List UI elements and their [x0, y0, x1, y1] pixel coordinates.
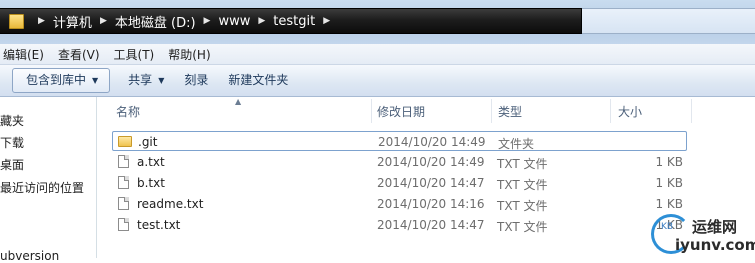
menu-edit[interactable]: 编辑(E) [0, 46, 51, 63]
include-in-library-label: 包含到库中 [26, 73, 87, 87]
file-modified: 2014/10/20 14:16 [377, 197, 485, 211]
window-title-area: ▶ 计算机 ▶ 本地磁盘 (D:) ▶ www ▶ testgit ▶ [0, 0, 755, 44]
file-size: 1 KB [655, 197, 683, 211]
text-file-icon [118, 176, 129, 189]
burn-button[interactable]: 刻录 [174, 69, 218, 92]
breadcrumb-drive-d[interactable]: 本地磁盘 (D:) [115, 12, 196, 31]
menu-bar: 编辑(E) 查看(V) 工具(T) 帮助(H) [0, 44, 755, 65]
watermark-url: iyunv.com [675, 236, 755, 254]
text-file-icon [118, 218, 129, 231]
column-divider[interactable] [371, 99, 372, 123]
file-type: TXT 文件 [497, 220, 548, 234]
watermark-name: 运维网 [692, 218, 738, 236]
file-type: TXT 文件 [497, 157, 548, 171]
column-divider[interactable] [691, 99, 692, 123]
column-divider[interactable] [610, 99, 611, 123]
text-file-icon [118, 197, 129, 210]
breadcrumb-testgit[interactable]: testgit [273, 14, 315, 29]
file-type: TXT 文件 [497, 199, 548, 213]
breadcrumb-chevron-icon[interactable]: ▶ [100, 16, 107, 26]
file-type: TXT 文件 [497, 178, 548, 192]
dropdown-arrow-icon: ▼ [92, 76, 99, 85]
nav-item-desktop[interactable]: 桌面 [0, 156, 24, 173]
file-type: 文件夹 [498, 137, 535, 151]
column-header-name[interactable]: 名称 [116, 103, 140, 120]
nav-item-subversion[interactable]: ubversion [0, 249, 59, 263]
column-divider[interactable] [491, 99, 492, 123]
file-modified: 2014/10/20 14:47 [377, 218, 485, 232]
breadcrumb-chevron-icon[interactable]: ▶ [38, 16, 45, 26]
breadcrumb-computer[interactable]: 计算机 [53, 12, 92, 31]
sort-ascending-icon: ▲ [235, 97, 242, 106]
menu-view[interactable]: 查看(V) [51, 46, 107, 63]
menu-help[interactable]: 帮助(H) [161, 46, 217, 63]
folder-icon [9, 13, 24, 29]
dropdown-arrow-icon: ▼ [158, 76, 165, 85]
breadcrumb-chevron-icon[interactable]: ▶ [258, 16, 265, 26]
file-row-b-txt[interactable]: b.txt 2014/10/20 14:47 TXT 文件 1 KB [112, 173, 687, 193]
navigation-pane: 藏夹 下载 桌面 最近访问的位置 ubversion [0, 97, 97, 263]
address-bar[interactable]: ▶ 计算机 ▶ 本地磁盘 (D:) ▶ www ▶ testgit ▶ [0, 8, 582, 34]
nav-item-favorites[interactable]: 藏夹 [0, 112, 24, 129]
column-header-size[interactable]: 大小 [618, 103, 642, 120]
command-bar: 包含到库中 ▼ 共享 ▼ 刻录 新建文件夹 [0, 65, 755, 97]
share-label: 共享 [128, 73, 153, 87]
file-size: 1 KB [655, 155, 683, 169]
file-name: a.txt [137, 155, 165, 169]
watermark-badge: KB [661, 222, 674, 232]
nav-item-downloads[interactable]: 下载 [0, 134, 24, 151]
file-name: .git [138, 135, 158, 149]
new-folder-button[interactable]: 新建文件夹 [218, 69, 298, 92]
column-header-type[interactable]: 类型 [498, 103, 522, 120]
file-row-test-txt[interactable]: test.txt 2014/10/20 14:47 TXT 文件 1 KB [112, 215, 687, 235]
site-watermark: KB 运维网 iyunv.com [647, 212, 755, 258]
file-row-readme-txt[interactable]: readme.txt 2014/10/20 14:16 TXT 文件 1 KB [112, 194, 687, 214]
file-name: test.txt [137, 218, 181, 232]
menu-tools[interactable]: 工具(T) [107, 46, 162, 63]
folder-icon [118, 136, 132, 147]
breadcrumb-chevron-icon[interactable]: ▶ [204, 16, 211, 26]
file-modified: 2014/10/20 14:47 [377, 176, 485, 190]
nav-item-recent-places[interactable]: 最近访问的位置 [0, 179, 84, 196]
text-file-icon [118, 155, 129, 168]
column-header-modified[interactable]: 修改日期 [377, 103, 425, 120]
file-modified: 2014/10/20 14:49 [377, 155, 485, 169]
file-modified: 2014/10/20 14:49 [378, 135, 486, 149]
file-row-a-txt[interactable]: a.txt 2014/10/20 14:49 TXT 文件 1 KB [112, 152, 687, 172]
file-size: 1 KB [655, 176, 683, 190]
breadcrumb-www[interactable]: www [218, 14, 250, 29]
file-row-git[interactable]: .git 2014/10/20 14:49 文件夹 [112, 131, 687, 151]
file-name: b.txt [137, 176, 165, 190]
include-in-library-button[interactable]: 包含到库中 ▼ [12, 68, 111, 93]
breadcrumb-chevron-icon[interactable]: ▶ [323, 16, 330, 26]
share-button[interactable]: 共享 ▼ [118, 69, 174, 92]
column-header-bar: ▲ 名称 修改日期 类型 大小 [97, 97, 755, 125]
file-name: readme.txt [137, 197, 204, 211]
search-box[interactable] [582, 8, 755, 34]
